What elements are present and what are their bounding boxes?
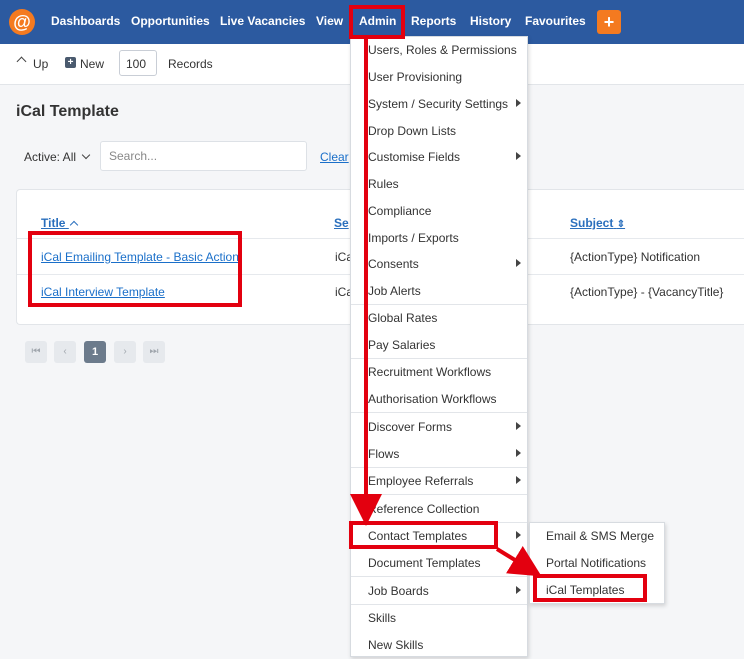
- active-filter-dropdown[interactable]: Active: All: [24, 150, 91, 164]
- chevron-up-icon: [16, 56, 27, 67]
- chevron-down-icon: [82, 150, 91, 160]
- submenu-arrow-icon: [516, 152, 521, 160]
- next-page-button[interactable]: ›: [114, 341, 136, 363]
- up-button[interactable]: Up: [33, 57, 48, 71]
- menu-item-employee-referrals[interactable]: Employee Referrals: [368, 474, 473, 488]
- submenu-arrow-icon: [516, 99, 521, 107]
- nav-live-vacancies[interactable]: Live Vacancies: [220, 14, 305, 28]
- submenu-item-email-sms-merge[interactable]: Email & SMS Merge: [546, 529, 654, 543]
- menu-item-skills[interactable]: Skills: [368, 611, 396, 625]
- menu-item-pay-salaries[interactable]: Pay Salaries: [368, 338, 435, 352]
- menu-separator: [351, 604, 527, 605]
- page-1-button[interactable]: 1: [84, 341, 106, 363]
- prev-page-button[interactable]: ‹: [54, 341, 76, 363]
- clear-link[interactable]: Clear: [320, 150, 349, 164]
- menu-separator: [351, 304, 527, 305]
- page-title: iCal Template: [16, 103, 119, 120]
- ical-templates-highlight-box: [533, 574, 647, 602]
- records-count-input[interactable]: 100: [119, 50, 157, 76]
- column-header-sender[interactable]: Se: [334, 216, 349, 230]
- menu-item-imports-exports[interactable]: Imports / Exports: [368, 231, 459, 245]
- last-page-button[interactable]: ⏭: [143, 341, 165, 363]
- menu-item-customise-fields[interactable]: Customise Fields: [368, 150, 460, 164]
- menu-separator: [351, 494, 527, 495]
- menu-item-flows[interactable]: Flows: [368, 447, 399, 461]
- nav-opportunities[interactable]: Opportunities: [131, 14, 210, 28]
- menu-separator: [351, 412, 527, 413]
- first-page-button[interactable]: ⏮: [25, 341, 47, 363]
- plus-icon[interactable]: +: [597, 10, 621, 34]
- menu-item-consents[interactable]: Consents: [368, 257, 419, 271]
- submenu-arrow-icon: [516, 476, 521, 484]
- menu-item-authorisation-workflows[interactable]: Authorisation Workflows: [368, 392, 497, 406]
- menu-item-document-templates[interactable]: Document Templates: [368, 556, 481, 570]
- menu-item-rules[interactable]: Rules: [368, 177, 399, 191]
- nav-favourites[interactable]: Favourites: [525, 14, 586, 28]
- active-filter-label: Active: All: [24, 150, 77, 164]
- menu-item-users-roles[interactable]: Users, Roles & Permissions: [368, 43, 517, 57]
- plus-square-icon: +: [65, 57, 76, 68]
- menu-item-global-rates[interactable]: Global Rates: [368, 311, 437, 325]
- contact-templates-highlight-box: [349, 521, 498, 549]
- submenu-arrow-icon: [516, 531, 521, 539]
- submenu-arrow-icon: [516, 449, 521, 457]
- menu-item-job-boards[interactable]: Job Boards: [368, 584, 429, 598]
- menu-separator: [351, 467, 527, 468]
- column-header-subject[interactable]: Subject ⇕: [570, 216, 625, 230]
- menu-item-job-alerts[interactable]: Job Alerts: [368, 284, 421, 298]
- records-label: Records: [168, 57, 213, 71]
- menu-item-reference-collection[interactable]: Reference Collection: [368, 502, 479, 516]
- app-logo-icon[interactable]: @: [9, 9, 35, 35]
- nav-history[interactable]: History: [470, 14, 511, 28]
- sort-up-icon: [69, 220, 79, 230]
- row-subject: {ActionType} Notification: [570, 250, 701, 264]
- menu-item-compliance[interactable]: Compliance: [368, 204, 431, 218]
- menu-item-drop-down-lists[interactable]: Drop Down Lists: [368, 124, 456, 138]
- menu-separator: [351, 576, 527, 577]
- submenu-arrow-icon: [516, 259, 521, 267]
- row-subject: {ActionType} - {VacancyTitle}: [570, 285, 724, 299]
- menu-item-discover-forms[interactable]: Discover Forms: [368, 420, 452, 434]
- menu-item-user-provisioning[interactable]: User Provisioning: [368, 70, 462, 84]
- nav-dashboards[interactable]: Dashboards: [51, 14, 120, 28]
- admin-highlight-box: [349, 5, 405, 39]
- submenu-arrow-icon: [516, 586, 521, 594]
- submenu-arrow-icon: [516, 422, 521, 430]
- menu-item-system-security[interactable]: System / Security Settings: [368, 97, 508, 111]
- submenu-item-portal-notifications[interactable]: Portal Notifications: [546, 556, 646, 570]
- template-rows-highlight-box: [28, 231, 242, 307]
- nav-view[interactable]: View: [316, 14, 343, 28]
- nav-reports[interactable]: Reports: [411, 14, 456, 28]
- sort-icon: ⇕: [616, 219, 626, 230]
- search-input[interactable]: Search...: [100, 141, 307, 171]
- menu-item-new-skills[interactable]: New Skills: [368, 638, 423, 652]
- new-button[interactable]: New: [80, 57, 104, 71]
- menu-item-recruitment-workflows[interactable]: Recruitment Workflows: [368, 365, 491, 379]
- column-header-title[interactable]: Title: [41, 216, 79, 230]
- menu-separator: [351, 358, 527, 359]
